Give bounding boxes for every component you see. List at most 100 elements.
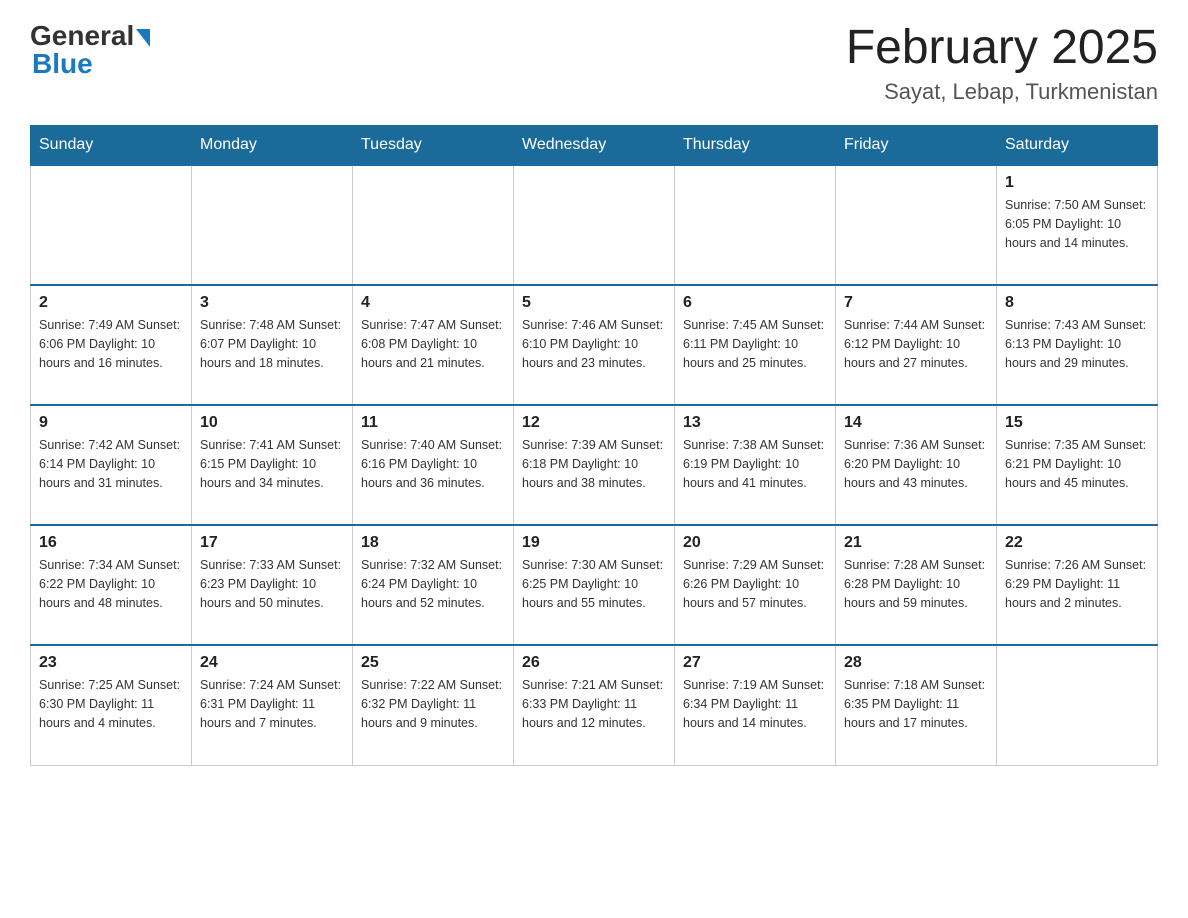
day-number: 24 <box>200 654 344 672</box>
day-info: Sunrise: 7:45 AM Sunset: 6:11 PM Dayligh… <box>683 316 827 372</box>
day-number: 17 <box>200 534 344 552</box>
calendar-day-cell: 24 Sunrise: 7:24 AM Sunset: 6:31 PM Dayli… <box>192 645 353 765</box>
logo: General Blue <box>30 20 150 80</box>
calendar-day-cell: 9Sunrise: 7:42 AM Sunset: 6:14 PM Daylig… <box>31 405 192 525</box>
calendar-day-cell <box>514 165 675 285</box>
day-of-week-header: Saturday <box>997 126 1158 166</box>
day-info: Sunrise: 7:33 AM Sunset: 6:23 PM Dayligh… <box>200 556 344 612</box>
calendar-day-cell <box>31 165 192 285</box>
day-info: Sunrise: 7:32 AM Sunset: 6:24 PM Dayligh… <box>361 556 505 612</box>
day-info: Sunrise: 7:46 AM Sunset: 6:10 PM Dayligh… <box>522 316 666 372</box>
calendar-week-row: 2 Sunrise: 7:49 AM Sunset: 6:06 PM Daylig… <box>31 285 1158 405</box>
day-info: Sunrise: 7:40 AM Sunset: 6:16 PM Dayligh… <box>361 436 505 492</box>
day-number: 25 <box>361 654 505 672</box>
day-info: Sunrise: 7:19 AM Sunset: 6:34 PM Dayligh… <box>683 676 827 732</box>
calendar-day-cell <box>997 645 1158 765</box>
day-number: 22 <box>1005 534 1149 552</box>
calendar-week-row: 1Sunrise: 7:50 AM Sunset: 6:05 PM Daylig… <box>31 165 1158 285</box>
calendar-day-cell: 13 Sunrise: 7:38 AM Sunset: 6:19 PM Dayli… <box>675 405 836 525</box>
month-title: February 2025 <box>846 20 1158 75</box>
calendar-day-cell: 6 Sunrise: 7:45 AM Sunset: 6:11 PM Daylig… <box>675 285 836 405</box>
day-info: Sunrise: 7:44 AM Sunset: 6:12 PM Dayligh… <box>844 316 988 372</box>
calendar-day-cell: 15Sunrise: 7:35 AM Sunset: 6:21 PM Dayli… <box>997 405 1158 525</box>
day-info: Sunrise: 7:34 AM Sunset: 6:22 PM Dayligh… <box>39 556 183 612</box>
day-number: 20 <box>683 534 827 552</box>
day-number: 7 <box>844 294 988 312</box>
calendar-day-cell: 28Sunrise: 7:18 AM Sunset: 6:35 PM Dayli… <box>836 645 997 765</box>
calendar-week-row: 16 Sunrise: 7:34 AM Sunset: 6:22 PM Dayli… <box>31 525 1158 645</box>
calendar-header-row: SundayMondayTuesdayWednesdayThursdayFrid… <box>31 126 1158 166</box>
day-info: Sunrise: 7:30 AM Sunset: 6:25 PM Dayligh… <box>522 556 666 612</box>
calendar-day-cell <box>353 165 514 285</box>
calendar-week-row: 9Sunrise: 7:42 AM Sunset: 6:14 PM Daylig… <box>31 405 1158 525</box>
day-info: Sunrise: 7:29 AM Sunset: 6:26 PM Dayligh… <box>683 556 827 612</box>
location-subtitle: Sayat, Lebap, Turkmenistan <box>846 79 1158 105</box>
calendar-day-cell: 21 Sunrise: 7:28 AM Sunset: 6:28 PM Dayli… <box>836 525 997 645</box>
day-info: Sunrise: 7:28 AM Sunset: 6:28 PM Dayligh… <box>844 556 988 612</box>
day-number: 13 <box>683 414 827 432</box>
day-info: Sunrise: 7:43 AM Sunset: 6:13 PM Dayligh… <box>1005 316 1149 372</box>
day-number: 16 <box>39 534 183 552</box>
day-number: 21 <box>844 534 988 552</box>
day-number: 26 <box>522 654 666 672</box>
day-number: 5 <box>522 294 666 312</box>
day-number: 2 <box>39 294 183 312</box>
day-info: Sunrise: 7:38 AM Sunset: 6:19 PM Dayligh… <box>683 436 827 492</box>
day-info: Sunrise: 7:41 AM Sunset: 6:15 PM Dayligh… <box>200 436 344 492</box>
calendar-day-cell: 8 Sunrise: 7:43 AM Sunset: 6:13 PM Daylig… <box>997 285 1158 405</box>
calendar-day-cell <box>192 165 353 285</box>
calendar-week-row: 23Sunrise: 7:25 AM Sunset: 6:30 PM Dayli… <box>31 645 1158 765</box>
day-number: 4 <box>361 294 505 312</box>
calendar-day-cell: 23Sunrise: 7:25 AM Sunset: 6:30 PM Dayli… <box>31 645 192 765</box>
day-of-week-header: Sunday <box>31 126 192 166</box>
day-info: Sunrise: 7:49 AM Sunset: 6:06 PM Dayligh… <box>39 316 183 372</box>
logo-blue-text: Blue <box>30 48 93 80</box>
day-number: 19 <box>522 534 666 552</box>
day-of-week-header: Thursday <box>675 126 836 166</box>
calendar-day-cell: 2 Sunrise: 7:49 AM Sunset: 6:06 PM Daylig… <box>31 285 192 405</box>
calendar-day-cell: 3 Sunrise: 7:48 AM Sunset: 6:07 PM Daylig… <box>192 285 353 405</box>
calendar-day-cell: 16 Sunrise: 7:34 AM Sunset: 6:22 PM Dayli… <box>31 525 192 645</box>
calendar-day-cell: 4 Sunrise: 7:47 AM Sunset: 6:08 PM Daylig… <box>353 285 514 405</box>
day-number: 18 <box>361 534 505 552</box>
calendar-day-cell: 14 Sunrise: 7:36 AM Sunset: 6:20 PM Dayli… <box>836 405 997 525</box>
day-info: Sunrise: 7:24 AM Sunset: 6:31 PM Dayligh… <box>200 676 344 732</box>
day-number: 15 <box>1005 414 1149 432</box>
day-number: 10 <box>200 414 344 432</box>
calendar-day-cell: 25 Sunrise: 7:22 AM Sunset: 6:32 PM Dayli… <box>353 645 514 765</box>
calendar-day-cell: 26Sunrise: 7:21 AM Sunset: 6:33 PM Dayli… <box>514 645 675 765</box>
day-number: 1 <box>1005 174 1149 192</box>
calendar-day-cell: 1Sunrise: 7:50 AM Sunset: 6:05 PM Daylig… <box>997 165 1158 285</box>
day-number: 6 <box>683 294 827 312</box>
day-info: Sunrise: 7:22 AM Sunset: 6:32 PM Dayligh… <box>361 676 505 732</box>
calendar-day-cell: 5 Sunrise: 7:46 AM Sunset: 6:10 PM Daylig… <box>514 285 675 405</box>
calendar-day-cell: 10 Sunrise: 7:41 AM Sunset: 6:15 PM Dayli… <box>192 405 353 525</box>
day-of-week-header: Monday <box>192 126 353 166</box>
day-number: 11 <box>361 414 505 432</box>
day-number: 27 <box>683 654 827 672</box>
calendar-day-cell <box>836 165 997 285</box>
title-block: February 2025 Sayat, Lebap, Turkmenistan <box>846 20 1158 105</box>
calendar-day-cell: 19 Sunrise: 7:30 AM Sunset: 6:25 PM Dayli… <box>514 525 675 645</box>
day-info: Sunrise: 7:36 AM Sunset: 6:20 PM Dayligh… <box>844 436 988 492</box>
day-number: 8 <box>1005 294 1149 312</box>
calendar-day-cell: 18 Sunrise: 7:32 AM Sunset: 6:24 PM Dayli… <box>353 525 514 645</box>
calendar-day-cell: 27 Sunrise: 7:19 AM Sunset: 6:34 PM Dayli… <box>675 645 836 765</box>
day-number: 14 <box>844 414 988 432</box>
day-number: 28 <box>844 654 988 672</box>
day-of-week-header: Friday <box>836 126 997 166</box>
day-info: Sunrise: 7:48 AM Sunset: 6:07 PM Dayligh… <box>200 316 344 372</box>
day-number: 9 <box>39 414 183 432</box>
day-number: 23 <box>39 654 183 672</box>
calendar-day-cell: 20 Sunrise: 7:29 AM Sunset: 6:26 PM Dayli… <box>675 525 836 645</box>
calendar-table: SundayMondayTuesdayWednesdayThursdayFrid… <box>30 125 1158 766</box>
calendar-day-cell: 17 Sunrise: 7:33 AM Sunset: 6:23 PM Dayli… <box>192 525 353 645</box>
day-number: 3 <box>200 294 344 312</box>
page-header: General Blue February 2025 Sayat, Lebap,… <box>30 20 1158 105</box>
day-of-week-header: Wednesday <box>514 126 675 166</box>
calendar-day-cell: 22 Sunrise: 7:26 AM Sunset: 6:29 PM Dayli… <box>997 525 1158 645</box>
calendar-day-cell: 11 Sunrise: 7:40 AM Sunset: 6:16 PM Dayli… <box>353 405 514 525</box>
day-info: Sunrise: 7:47 AM Sunset: 6:08 PM Dayligh… <box>361 316 505 372</box>
day-number: 12 <box>522 414 666 432</box>
day-info: Sunrise: 7:26 AM Sunset: 6:29 PM Dayligh… <box>1005 556 1149 612</box>
